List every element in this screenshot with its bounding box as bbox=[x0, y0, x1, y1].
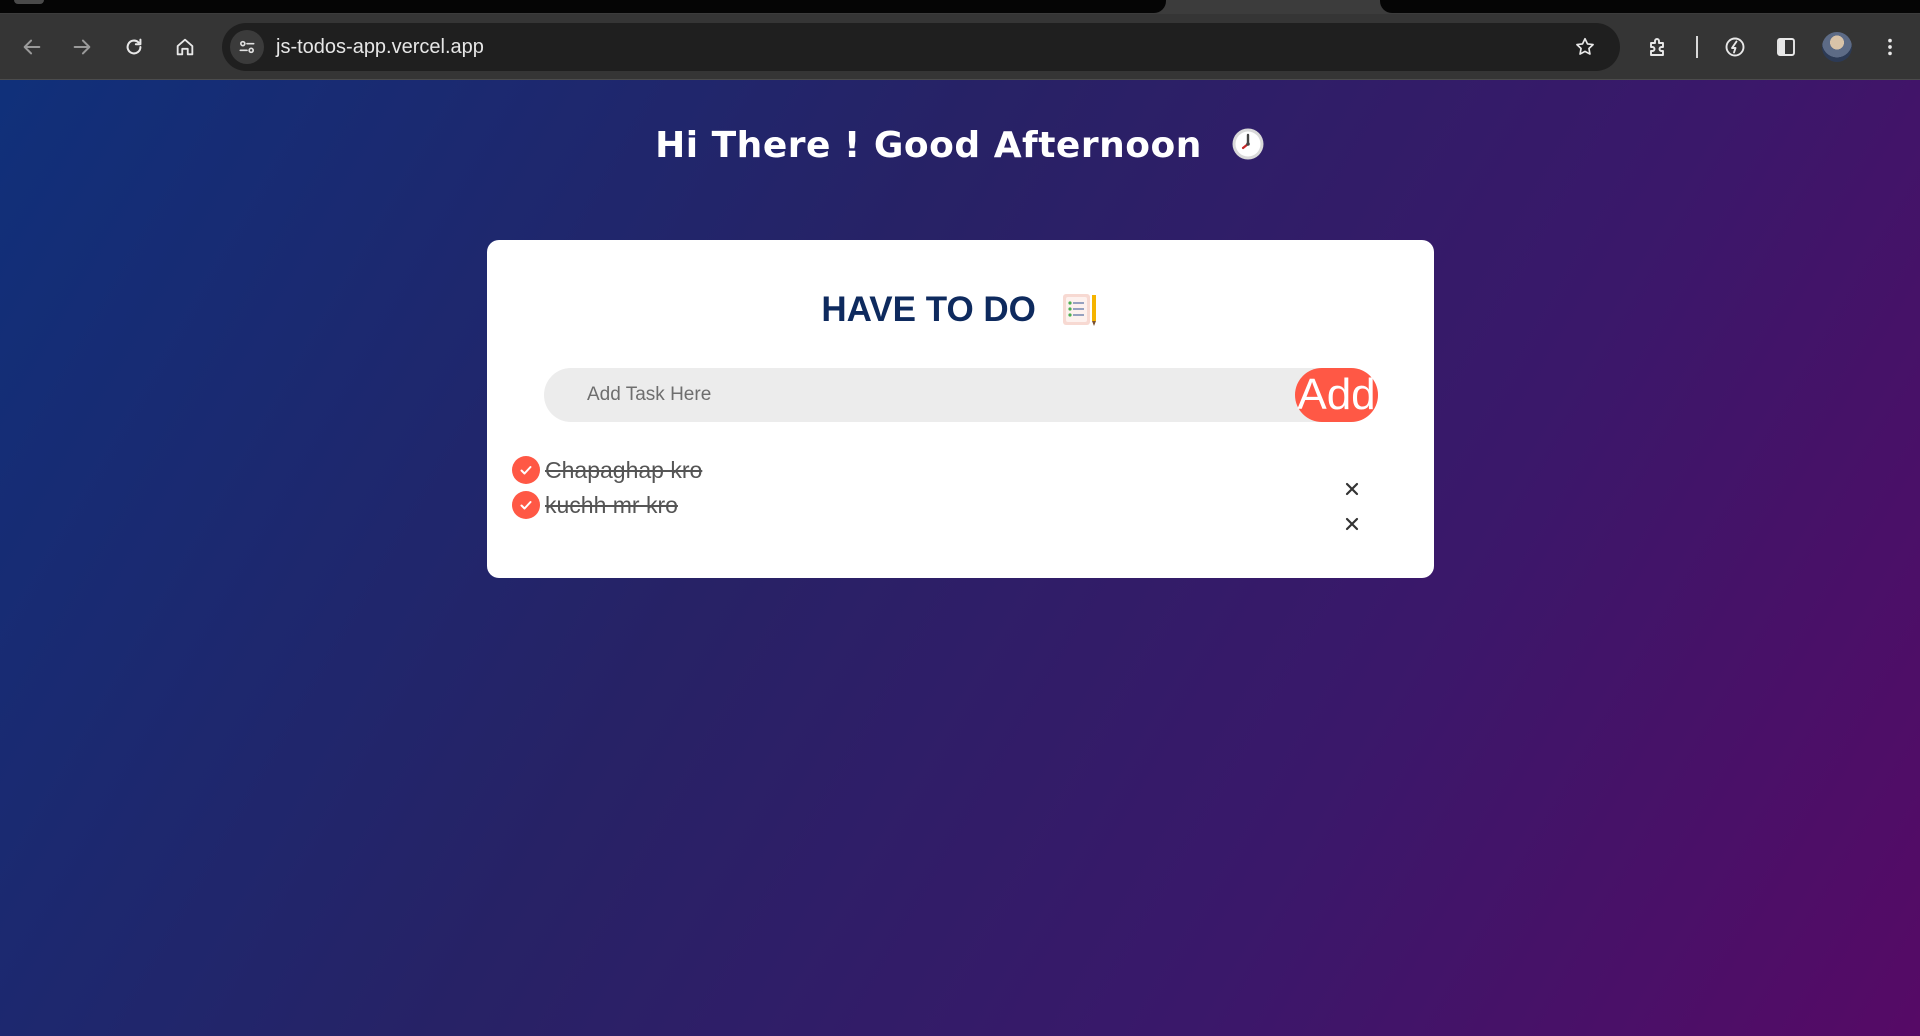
delete-task-button[interactable] bbox=[1340, 477, 1364, 501]
check-icon bbox=[520, 466, 532, 475]
add-button[interactable]: Add bbox=[1295, 368, 1378, 422]
page-viewport: Hi There ! Good Afternoon HAVE TO DO Add… bbox=[0, 80, 1920, 1036]
side-panel-button[interactable] bbox=[1769, 30, 1803, 64]
performance-icon bbox=[1725, 37, 1745, 57]
notepad-icon bbox=[1062, 294, 1096, 326]
task-checkbox[interactable] bbox=[512, 491, 540, 519]
extensions-puzzle-icon bbox=[1650, 38, 1664, 56]
url-text[interactable]: js-todos-app.vercel.app bbox=[276, 23, 484, 71]
toolbar-divider bbox=[1696, 36, 1698, 58]
task-item[interactable]: Chapaghap kro bbox=[512, 456, 812, 486]
inactive-tab-left[interactable] bbox=[0, 0, 1166, 13]
inactive-tab-right[interactable] bbox=[1380, 0, 1920, 13]
task-input[interactable] bbox=[544, 368, 1284, 422]
todo-title: HAVE TO DO bbox=[487, 290, 1434, 330]
todo-title-text: HAVE TO DO bbox=[821, 290, 1036, 329]
forward-arrow-icon bbox=[73, 39, 91, 55]
greeting-heading: Hi There ! Good Afternoon bbox=[0, 125, 1920, 166]
check-icon bbox=[520, 501, 532, 510]
reload-button[interactable] bbox=[117, 30, 151, 64]
task-text[interactable]: Chapaghap kro bbox=[545, 456, 702, 484]
forward-button[interactable] bbox=[65, 30, 99, 64]
task-item[interactable]: kuchh mr kro bbox=[512, 491, 812, 521]
back-button[interactable] bbox=[15, 30, 49, 64]
menu-button[interactable] bbox=[1873, 30, 1907, 64]
reload-icon bbox=[126, 38, 142, 55]
task-text[interactable]: kuchh mr kro bbox=[545, 491, 678, 519]
home-icon bbox=[176, 38, 194, 56]
site-info-icon bbox=[239, 40, 255, 54]
profile-avatar[interactable] bbox=[1822, 32, 1852, 62]
bookmark-star-icon bbox=[1576, 37, 1594, 55]
back-arrow-icon bbox=[23, 39, 41, 55]
add-task-form: Add bbox=[544, 368, 1378, 422]
close-icon bbox=[1345, 482, 1359, 496]
close-icon bbox=[1345, 517, 1359, 531]
performance-button[interactable] bbox=[1718, 30, 1752, 64]
tab-strip bbox=[0, 0, 1920, 14]
delete-task-button[interactable] bbox=[1340, 512, 1364, 536]
greeting-text: Hi There ! Good Afternoon bbox=[655, 125, 1202, 166]
site-info-button[interactable] bbox=[230, 30, 264, 64]
home-button[interactable] bbox=[168, 30, 202, 64]
bookmark-button[interactable] bbox=[1568, 30, 1602, 64]
address-bar[interactable]: js-todos-app.vercel.app bbox=[222, 23, 1620, 71]
tab-favicon-stub bbox=[14, 0, 44, 4]
side-panel-icon bbox=[1777, 38, 1795, 56]
clock-icon bbox=[1232, 128, 1264, 160]
task-checkbox[interactable] bbox=[512, 456, 540, 484]
extensions-button[interactable] bbox=[1641, 30, 1675, 64]
kebab-menu-icon bbox=[1888, 38, 1892, 56]
todo-card: HAVE TO DO Add Task Here Add Chapaghap k… bbox=[487, 240, 1434, 578]
browser-toolbar: js-todos-app.vercel.app bbox=[0, 14, 1920, 80]
